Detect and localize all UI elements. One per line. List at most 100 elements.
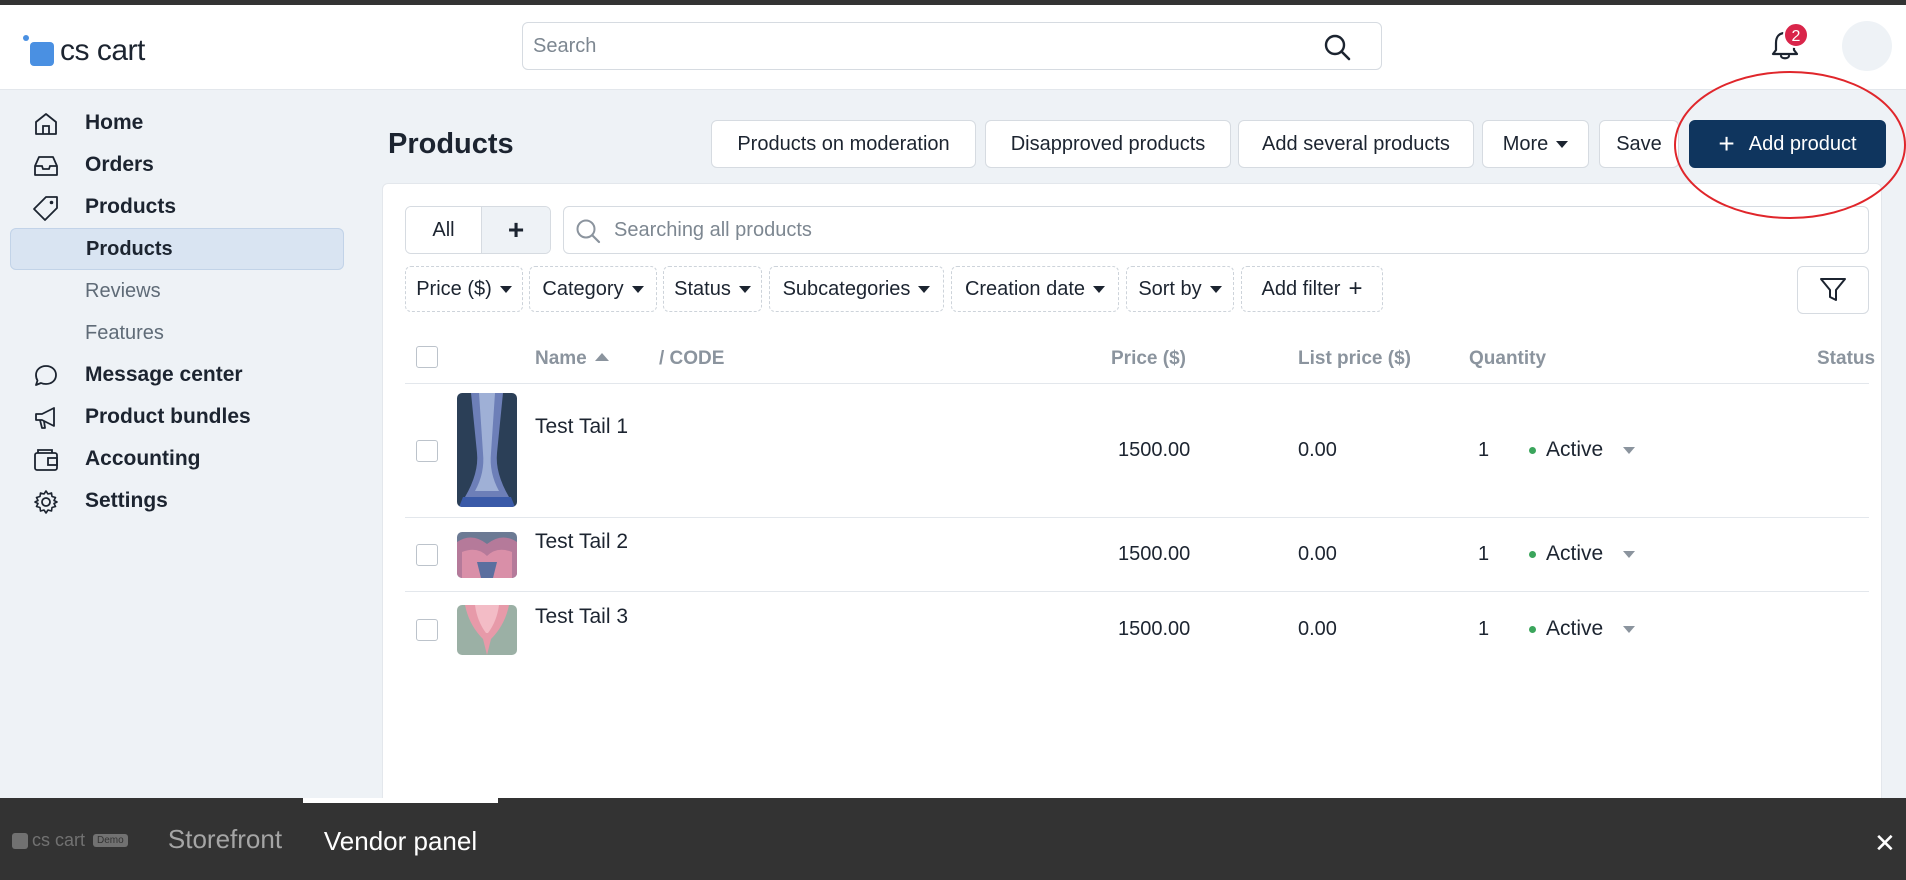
filter-sort-by[interactable]: Sort by [1126,266,1234,312]
sidebar-item-home[interactable]: Home [10,102,344,144]
price-cell: 1500.00 [1118,618,1191,640]
home-icon [35,113,57,135]
caret-down-icon [1209,285,1222,293]
select-all-checkbox[interactable] [416,346,438,368]
product-thumbnail[interactable] [457,532,517,578]
row-checkbox[interactable] [416,440,438,462]
filter-label: Subcategories [782,277,911,300]
sidebar-item-products[interactable]: Products [10,186,344,228]
product-search [563,206,1869,254]
advanced-filter-button[interactable] [1797,266,1869,314]
add-filter-button[interactable]: Add filter + [1241,266,1383,312]
close-icon[interactable]: ✕ [1874,828,1896,859]
sidebar-item-message-center[interactable]: Message center [10,354,344,396]
add-tab-button[interactable]: + [482,207,550,253]
caret-down-icon [918,285,931,293]
quantity-cell: 1 [1478,543,1490,565]
sidebar-item-product-bundles[interactable]: Product bundles [10,396,344,438]
table-row: Test Tail 3 1500.00 0.00 1 Active [405,592,1869,668]
column-status: Status [1817,348,1876,369]
sort-ascending-icon [594,352,609,361]
column-list-price[interactable]: List price ($) [1298,348,1411,370]
list-price-cell: 0.00 [1298,543,1337,565]
avatar[interactable] [1842,21,1892,71]
status-dot [1529,446,1536,454]
sidebar-subitem-products[interactable]: Products [10,228,344,270]
app-header: cs cart [0,5,1906,90]
product-thumbnail[interactable] [457,393,517,507]
filter-creation-date[interactable]: Creation date [951,266,1119,312]
megaphone-icon [35,407,55,429]
main-content: Products Products on moderation Disappro… [358,90,1906,803]
disapproved-products-button[interactable]: Disapproved products [985,120,1231,168]
status-label: Active [1546,617,1604,640]
caret-down-icon [1623,625,1636,633]
filter-status[interactable]: Status [663,266,762,312]
sidebar-subitem-features[interactable]: Features [10,312,344,354]
sidebar-item-label: Message center [85,363,243,386]
product-name-link[interactable]: Test Tail 3 [535,605,628,629]
search-input[interactable] [523,23,1303,69]
save-button[interactable]: Save [1599,120,1679,168]
filter-label: Add filter [1261,277,1341,300]
row-checkbox[interactable] [416,619,438,641]
caret-down-icon [1093,285,1106,293]
product-thumbnail[interactable] [457,605,517,655]
price-cell: 1500.00 [1118,439,1191,461]
column-quantity[interactable]: Quantity [1469,348,1546,370]
add-product-button[interactable]: + Add product [1689,120,1886,168]
tab-storefront[interactable]: Storefront [160,798,290,880]
sidebar: Home Orders Products Products Reviews Fe… [0,90,358,798]
caret-down-icon [499,285,512,293]
quantity-cell: 1 [1478,439,1490,461]
logo[interactable]: cs cart [22,33,145,69]
status-dropdown[interactable]: Active [1529,542,1636,566]
logo-text: cs cart [60,34,145,67]
column-code[interactable]: / CODE [659,348,724,370]
chat-icon [35,365,57,386]
product-name-link[interactable]: Test Tail 1 [535,415,628,439]
demo-logo: cs cart Demo [12,830,128,851]
column-price[interactable]: Price ($) [1111,348,1186,370]
demo-bottom-bar: cs cart Demo Storefront Vendor panel [0,798,1906,880]
button-label: Save [1616,132,1662,155]
sidebar-item-label: Settings [85,489,168,512]
sidebar-item-orders[interactable]: Orders [10,144,344,186]
sidebar-item-label: Features [85,321,164,344]
table-header: Name / CODE Price ($) List price ($) Qua… [405,332,1875,384]
filter-subcategories[interactable]: Subcategories [769,266,944,312]
filter-label: Price ($) [416,277,492,300]
table-row: Test Tail 1 1500.00 0.00 1 Active [405,384,1869,518]
sidebar-item-label: Orders [85,153,154,176]
tab-vendor-panel[interactable]: Vendor panel [303,798,498,880]
search-icon [576,219,601,244]
price-cell: 1500.00 [1118,543,1191,565]
column-label: Name [535,348,587,369]
quantity-cell: 1 [1478,618,1490,640]
add-several-products-button[interactable]: Add several products [1238,120,1474,168]
status-dropdown[interactable]: Active [1529,438,1636,462]
global-search [522,22,1382,70]
filter-price[interactable]: Price ($) [405,266,523,312]
funnel-icon [1820,278,1846,301]
button-label: Disapproved products [1010,132,1206,155]
notification-badge: 2 [1783,22,1809,48]
sidebar-subitem-reviews[interactable]: Reviews [10,270,344,312]
product-name-link[interactable]: Test Tail 2 [535,530,628,554]
products-on-moderation-button[interactable]: Products on moderation [711,120,976,168]
product-search-input[interactable] [614,207,1854,253]
products-card: All + Price ($) Category Status Subcateg… [382,183,1882,803]
more-dropdown[interactable]: More [1482,120,1589,168]
sidebar-item-settings[interactable]: Settings [10,480,344,522]
status-dropdown[interactable]: Active [1529,617,1636,641]
tag-icon [33,196,58,221]
row-checkbox[interactable] [416,544,438,566]
status-dot [1529,625,1536,633]
sidebar-item-accounting[interactable]: Accounting [10,438,344,480]
status-dot [1529,550,1536,558]
filter-category[interactable]: Category [529,266,657,312]
search-icon[interactable] [1323,33,1351,61]
sidebar-item-label: Accounting [85,447,201,470]
column-name[interactable]: Name [535,348,609,370]
tab-all[interactable]: All [406,207,482,253]
